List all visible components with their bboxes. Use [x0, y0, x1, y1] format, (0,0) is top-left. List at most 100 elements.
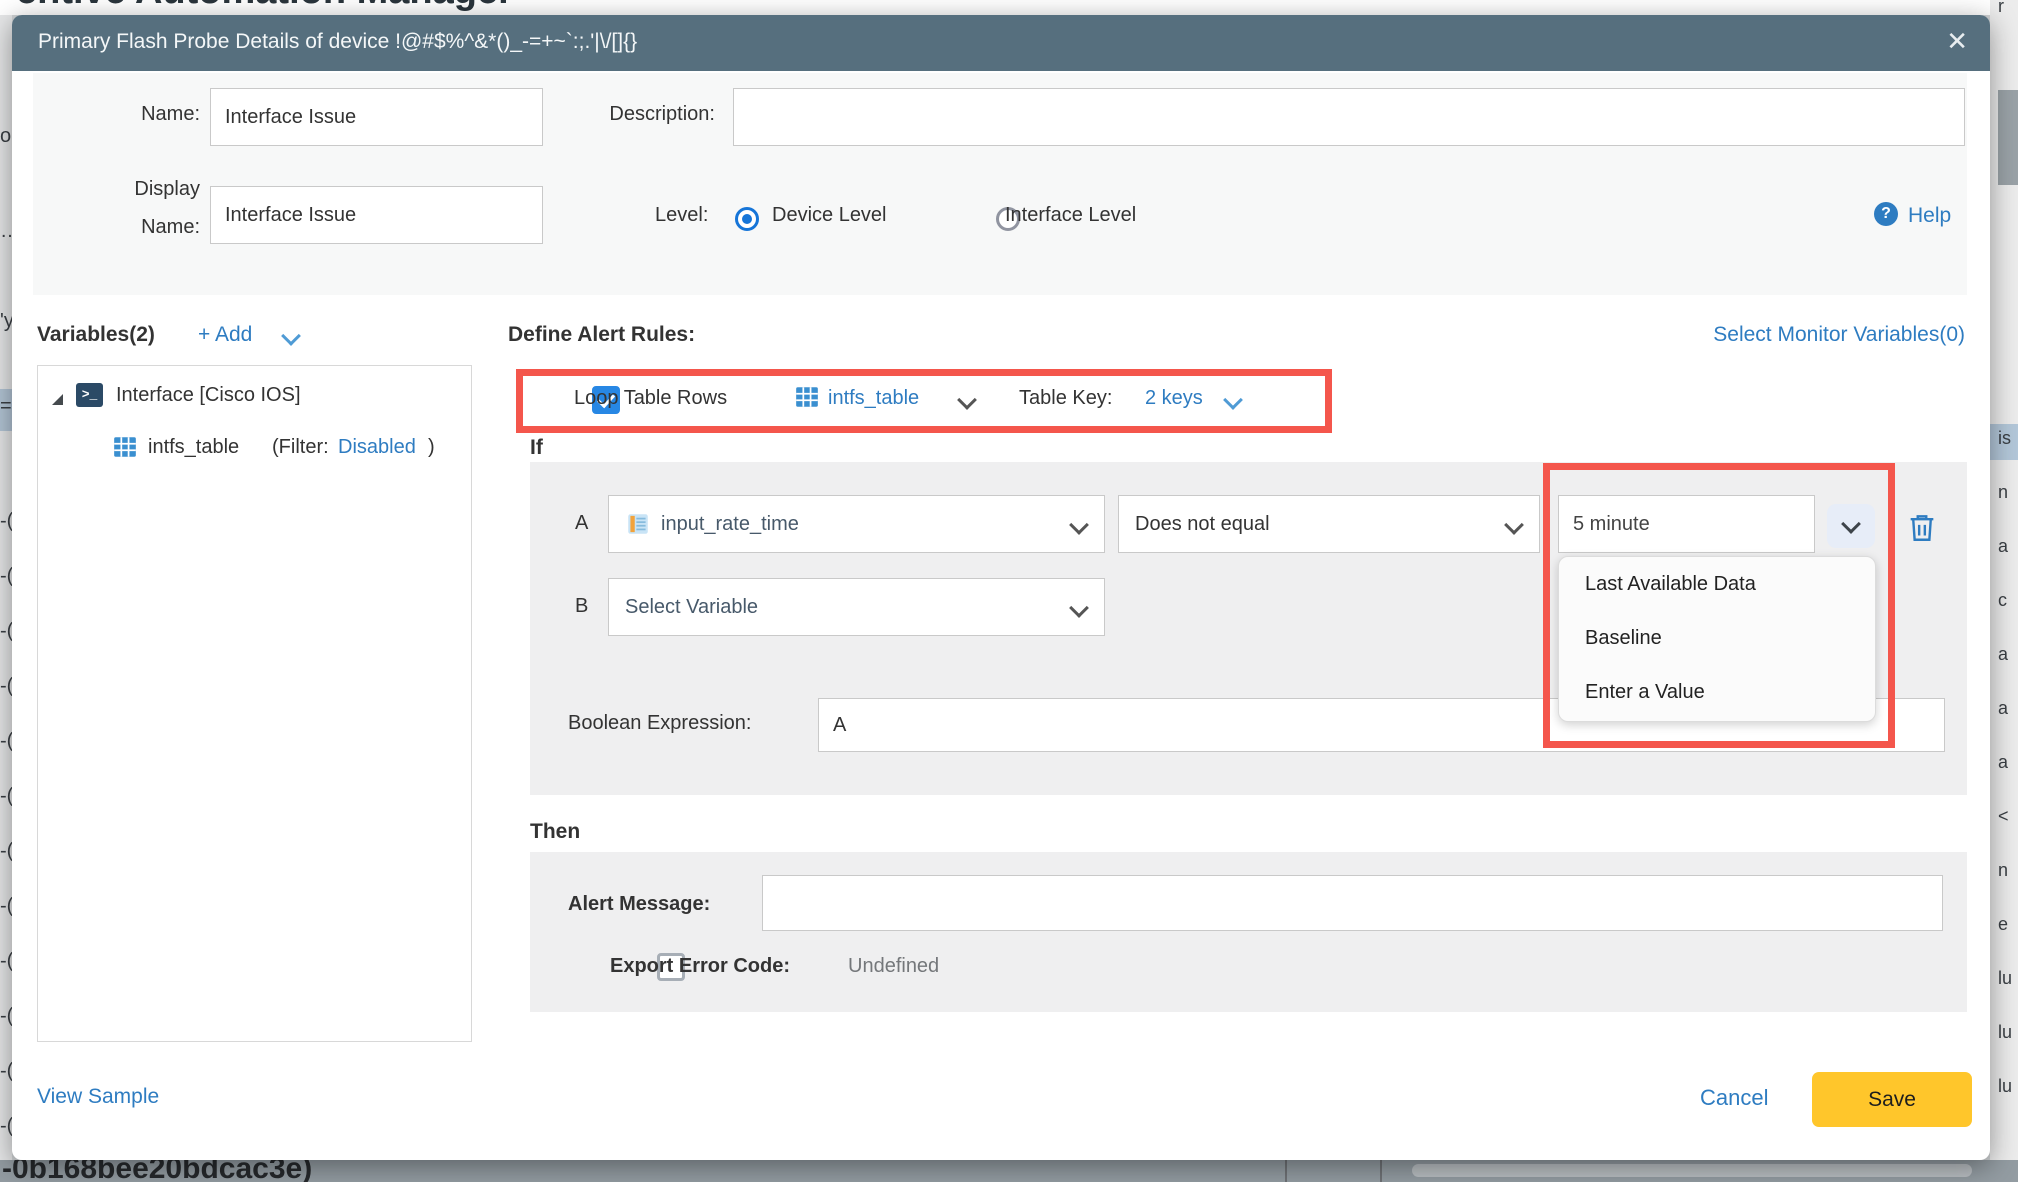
interface-level-label: Interface Level — [1005, 204, 1136, 227]
variable-b-placeholder: Select Variable — [625, 596, 758, 619]
bg-fragment: is — [1998, 428, 2011, 449]
bg-fragment: a — [1998, 698, 2008, 719]
loop-table-select[interactable]: intfs_table — [828, 387, 919, 410]
value-dropdown-button[interactable] — [1827, 504, 1875, 548]
bg-fragment: c — [1998, 590, 2007, 611]
menu-item-enter-a-value[interactable]: Enter a Value — [1559, 665, 1875, 719]
background-scrollbar[interactable] — [1412, 1164, 1972, 1177]
variable-b-select[interactable]: Select Variable — [608, 578, 1105, 636]
variable-a-select[interactable]: input_rate_time — [608, 495, 1105, 553]
row-a-label: A — [575, 512, 588, 535]
bg-fragment: e — [1998, 914, 2008, 935]
bg-fragment: a — [1998, 536, 2008, 557]
bg-fragment: -( — [0, 620, 12, 643]
view-sample-link[interactable]: View Sample — [37, 1085, 159, 1109]
tree-expander-icon[interactable] — [52, 394, 63, 405]
description-label: Description: — [567, 103, 715, 126]
background-scroll-block — [1998, 90, 2018, 185]
description-input[interactable] — [733, 88, 1965, 146]
probe-details-dialog: Primary Flash Probe Details of device !@… — [12, 15, 1990, 1160]
dialog-title: Primary Flash Probe Details of device !@… — [38, 30, 637, 54]
table-key-select[interactable]: 2 keys — [1145, 387, 1203, 410]
table-key-label: Table Key: — [1019, 387, 1112, 410]
bg-fragment: -( — [0, 1115, 12, 1138]
delete-rule-trash-icon[interactable] — [1905, 509, 1939, 545]
bg-fragment: lu — [1998, 1076, 2012, 1097]
then-label: Then — [530, 820, 580, 844]
cancel-button[interactable]: Cancel — [1700, 1085, 1768, 1111]
help-icon[interactable]: ? — [1874, 202, 1898, 226]
add-variable-button[interactable]: + Add — [198, 323, 252, 347]
name-label: Name: — [72, 103, 200, 126]
bg-fragment: r — [1998, 0, 2004, 17]
variables-title: Variables(2) — [37, 323, 155, 347]
bg-fragment: -( — [0, 840, 12, 863]
divider — [1285, 1160, 1287, 1182]
background-id-text: -0b168bee20bdcac3e) — [2, 1160, 312, 1182]
chevron-down-icon — [1069, 515, 1089, 535]
filter-disabled-link[interactable]: Disabled — [338, 436, 416, 459]
bg-fragment: -( — [0, 565, 12, 588]
if-label: If — [530, 436, 543, 460]
display-name-label-line1: Display — [72, 178, 200, 201]
screen: entive Automation Manager o … 'y =$ -( -… — [0, 0, 2018, 1182]
bg-fragment: a — [1998, 644, 2008, 665]
value-input[interactable]: 5 minute — [1558, 495, 1815, 553]
filter-suffix: ) — [428, 436, 435, 459]
filter-prefix: (Filter: — [272, 436, 329, 459]
select-monitor-variables-link[interactable]: Select Monitor Variables(0) — [1713, 323, 1965, 347]
tree-root-label[interactable]: Interface [Cisco IOS] — [116, 384, 301, 407]
bg-fragment: n — [1998, 860, 2008, 881]
export-error-code-label: Export Error Code: — [610, 955, 790, 978]
table-key-chevron-down-icon[interactable] — [1223, 390, 1243, 410]
bg-fragment: =$ — [0, 395, 12, 418]
row-b-label: B — [575, 595, 588, 618]
table-icon — [112, 434, 138, 460]
dialog-header: Primary Flash Probe Details of device !@… — [12, 15, 1990, 71]
chevron-down-icon — [1504, 515, 1524, 535]
display-name-value: Interface Issue — [225, 204, 356, 227]
export-error-code-value: Undefined — [848, 955, 939, 978]
variable-a-value: input_rate_time — [661, 513, 799, 536]
background-top-strip: entive Automation Manager — [0, 0, 2018, 15]
name-input[interactable]: Interface Issue — [210, 88, 543, 146]
operator-value: Does not equal — [1135, 513, 1270, 536]
bg-fragment: -( — [0, 895, 12, 918]
display-name-input[interactable]: Interface Issue — [210, 186, 543, 244]
bg-fragment: -( — [0, 730, 12, 753]
bg-fragment: < — [1998, 806, 2009, 827]
save-button[interactable]: Save — [1812, 1072, 1972, 1127]
bg-fragment: -( — [0, 675, 12, 698]
column-variable-icon — [625, 511, 651, 537]
boolean-expression-value: A — [833, 714, 846, 737]
menu-item-last-available-data[interactable]: Last Available Data — [1559, 557, 1875, 611]
close-icon[interactable]: ✕ — [1946, 26, 1968, 57]
add-chevron-down-icon[interactable] — [281, 326, 301, 346]
bg-fragment: lu — [1998, 968, 2012, 989]
bg-fragment: a — [1998, 752, 2008, 773]
value-text: 5 minute — [1573, 513, 1650, 536]
bg-fragment: 'y — [0, 310, 12, 333]
operator-select[interactable]: Does not equal — [1118, 495, 1540, 553]
bg-fragment: -( — [0, 785, 12, 808]
bg-fragment: -( — [0, 950, 12, 973]
bg-fragment: n — [1998, 482, 2008, 503]
tree-child-label[interactable]: intfs_table — [148, 436, 239, 459]
level-label: Level: — [655, 204, 708, 227]
define-alert-rules-title: Define Alert Rules: — [508, 323, 695, 347]
chevron-down-icon — [1069, 598, 1089, 618]
device-level-label: Device Level — [772, 204, 887, 227]
value-dropdown-menu: Last Available Data Baseline Enter a Val… — [1558, 556, 1876, 722]
menu-item-baseline[interactable]: Baseline — [1559, 611, 1875, 665]
terminal-icon: >_ — [76, 383, 103, 407]
device-level-radio[interactable] — [735, 207, 759, 231]
alert-message-input[interactable] — [762, 875, 1943, 931]
chevron-down-icon — [1841, 514, 1861, 534]
loop-table-rows-label: Loop Table Rows — [574, 387, 727, 410]
divider — [1380, 1160, 1382, 1182]
boolean-expression-label: Boolean Expression: — [568, 712, 751, 735]
background-page-title: entive Automation Manager — [16, 0, 513, 13]
help-link[interactable]: Help — [1908, 204, 1951, 228]
bg-fragment: lu — [1998, 1022, 2012, 1043]
loop-table-chevron-down-icon[interactable] — [957, 390, 977, 410]
